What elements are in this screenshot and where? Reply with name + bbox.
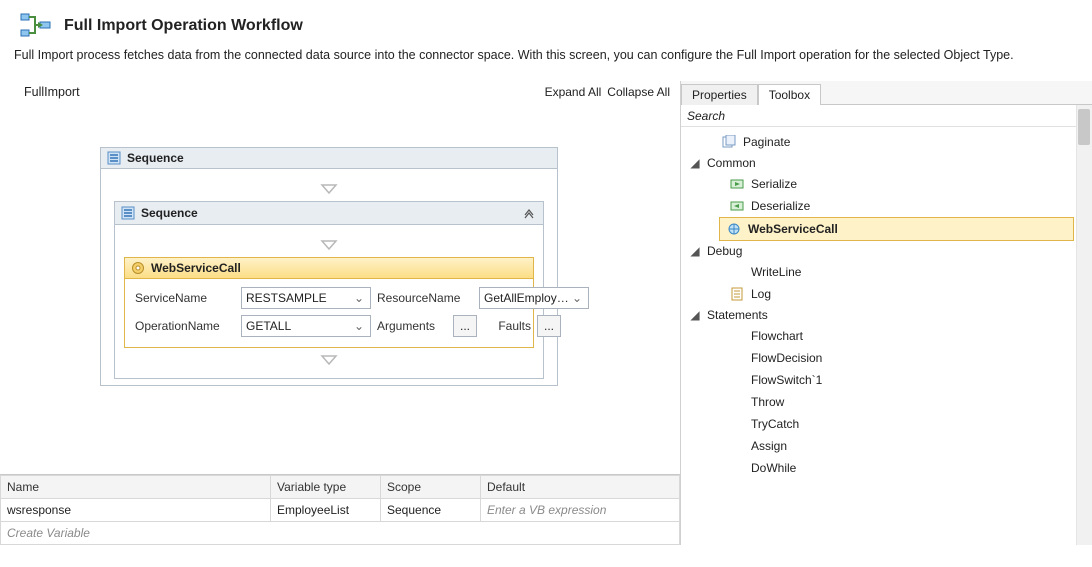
toolbox-item-dowhile[interactable]: DoWhile [681, 457, 1092, 479]
webservicecall-icon [726, 221, 742, 237]
variables-col-name[interactable]: Name [1, 476, 271, 499]
deserialize-icon [729, 198, 745, 214]
toolbox-item-flowdecision[interactable]: FlowDecision [681, 347, 1092, 369]
toolbox-item-assign[interactable]: Assign [681, 435, 1092, 457]
expander-open-icon: ◢ [689, 308, 701, 322]
sequence-outer-activity[interactable]: Sequence Sequence [100, 147, 558, 386]
expander-open-icon: ◢ [689, 156, 701, 170]
gear-icon [131, 261, 145, 275]
drop-target-icon[interactable] [319, 183, 339, 195]
paginate-icon [721, 134, 737, 150]
operationname-combo[interactable]: GETALL⌄ [241, 315, 371, 337]
blank-icon [729, 264, 745, 280]
drop-target-icon[interactable] [319, 239, 339, 251]
sequence-icon [121, 206, 135, 220]
log-icon [729, 286, 745, 302]
toolbox-item-deserialize[interactable]: Deserialize [681, 195, 1092, 217]
workflow-root-name[interactable]: FullImport [24, 85, 80, 99]
chevron-down-icon: ⌄ [570, 291, 584, 305]
sequence-outer-title: Sequence [127, 151, 184, 165]
sequence-inner-title: Sequence [141, 206, 198, 220]
variable-type-cell[interactable]: EmployeeList [271, 499, 381, 522]
tab-properties[interactable]: Properties [681, 84, 758, 105]
faults-label: Faults [491, 319, 531, 333]
servicename-label: ServiceName [135, 291, 235, 305]
toolbox-group-debug[interactable]: ◢ Debug [681, 241, 1092, 261]
toolbox-item-throw[interactable]: Throw [681, 391, 1092, 413]
resourcename-label: ResourceName [377, 291, 473, 305]
toolbox-item-trycatch[interactable]: TryCatch [681, 413, 1092, 435]
faults-button[interactable]: ... [537, 315, 561, 337]
toolbox-item-flowswitch[interactable]: FlowSwitch`1 [681, 369, 1092, 391]
expander-open-icon: ◢ [689, 244, 701, 258]
toolbox-item-flowchart[interactable]: Flowchart [681, 325, 1092, 347]
variables-col-default[interactable]: Default [481, 476, 680, 499]
operationname-label: OperationName [135, 319, 235, 333]
create-variable-button[interactable]: Create Variable [1, 522, 680, 545]
toolbox-group-statements[interactable]: ◢ Statements [681, 305, 1092, 325]
servicename-combo[interactable]: RESTSAMPLE⌄ [241, 287, 371, 309]
webservicecall-activity[interactable]: WebServiceCall ServiceName RESTSAMPLE⌄ Res… [124, 257, 534, 348]
workflow-header-icon [20, 12, 52, 40]
toolbox-item-serialize[interactable]: Serialize [681, 173, 1092, 195]
toolbox-search-input[interactable]: Search [681, 105, 1092, 127]
serialize-icon [729, 176, 745, 192]
variable-row[interactable]: wsresponse EmployeeList Sequence Enter a… [1, 499, 680, 522]
tab-toolbox[interactable]: Toolbox [758, 84, 821, 105]
toolbox-group-common[interactable]: ◢ Common [681, 153, 1092, 173]
toolbox-item-writeline[interactable]: WriteLine [681, 261, 1092, 283]
variable-default-cell[interactable]: Enter a VB expression [481, 499, 680, 522]
sequence-icon [107, 151, 121, 165]
toolbox-item-log[interactable]: Log [681, 283, 1092, 305]
page-description: Full Import process fetches data from th… [0, 44, 1092, 80]
arguments-button[interactable]: ... [453, 315, 477, 337]
collapse-all-button[interactable]: Collapse All [607, 85, 670, 99]
toolbox-scrollbar[interactable] [1076, 105, 1092, 545]
collapse-chevron-icon[interactable] [521, 205, 537, 221]
drop-target-icon[interactable] [319, 354, 339, 366]
toolbox-item-webservicecall[interactable]: WebServiceCall [719, 217, 1074, 241]
expand-all-button[interactable]: Expand All [545, 85, 602, 99]
variables-panel: Name Variable type Scope Default wsrespo… [0, 474, 680, 545]
variables-col-scope[interactable]: Scope [381, 476, 481, 499]
chevron-down-icon: ⌄ [352, 291, 366, 305]
arguments-label: Arguments [377, 319, 447, 333]
chevron-down-icon: ⌄ [352, 319, 366, 333]
toolbox-item-paginate[interactable]: Paginate [681, 131, 1092, 153]
variables-col-type[interactable]: Variable type [271, 476, 381, 499]
variable-name-cell[interactable]: wsresponse [1, 499, 271, 522]
resourcename-combo[interactable]: GetAllEmployees⌄ [479, 287, 589, 309]
webservicecall-title: WebServiceCall [151, 261, 241, 275]
sequence-inner-activity[interactable]: Sequence [114, 201, 544, 379]
scrollbar-thumb[interactable] [1078, 109, 1090, 145]
variable-scope-cell[interactable]: Sequence [381, 499, 481, 522]
page-title: Full Import Operation Workflow [64, 17, 303, 35]
